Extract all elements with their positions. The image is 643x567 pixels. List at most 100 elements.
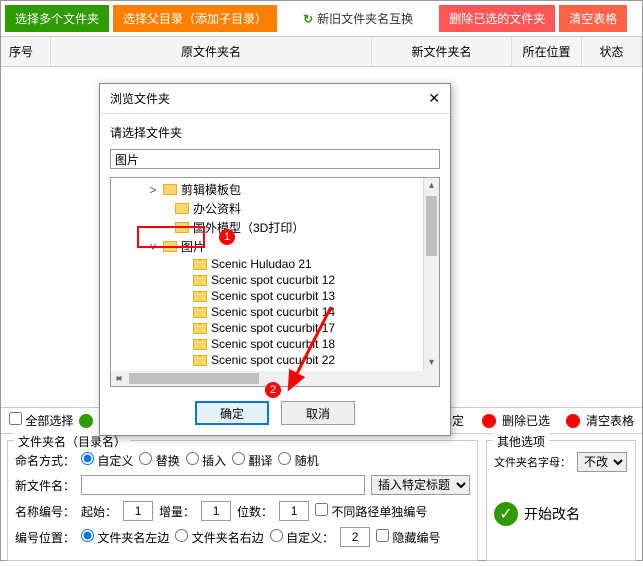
col-orig: 原文件夹名 [51, 37, 372, 66]
tree-node-label: Scenic spot cucurbit 18 [211, 337, 335, 351]
new-filename-label: 新文件名： [15, 477, 75, 494]
col-stat: 状态 [582, 37, 642, 66]
expand-icon[interactable] [177, 337, 189, 351]
expand-icon[interactable] [159, 221, 171, 235]
check-circle-icon: ✓ [494, 502, 518, 526]
scroll-h-thumb[interactable] [129, 373, 259, 384]
radio-right[interactable]: 文件夹名右边 [175, 529, 263, 546]
folder-icon [193, 355, 207, 366]
radio-insert[interactable]: 插入 [186, 452, 226, 469]
tree-node-label: Scenic Huludao 21 [211, 257, 312, 271]
select-all-checkbox[interactable]: 全部选择 [9, 412, 73, 429]
digits-input[interactable] [279, 501, 309, 521]
ok-button[interactable]: 确定 [195, 401, 269, 425]
naming-label: 命名方式： [15, 452, 75, 469]
col-seq: 序号 [1, 37, 51, 66]
select-parent-dir-button[interactable]: 选择父目录（添加子目录） [113, 5, 277, 32]
insert-title-select[interactable]: 插入特定标题 [371, 475, 470, 495]
tree-node-label: Scenic spot cucurbit 12 [211, 273, 335, 287]
folder-icon [175, 203, 189, 214]
col-new: 新文件夹名 [372, 37, 512, 66]
folder-icon [175, 222, 189, 233]
x-icon-2 [566, 414, 580, 428]
tree-node[interactable]: Scenic spot cucurbit 12 [111, 272, 423, 288]
folder-icon [163, 241, 177, 252]
select-multi-folders-button[interactable]: 选择多个文件夹 [5, 5, 109, 32]
folder-icon [193, 275, 207, 286]
horizontal-scrollbar[interactable]: ◂ ▸ [110, 371, 440, 387]
tree-node[interactable]: Scenic spot cucurbit 17 [111, 320, 423, 336]
table-header: 序号 原文件夹名 新文件夹名 所在位置 状态 [1, 36, 642, 67]
folder-icon [163, 184, 177, 195]
expand-icon[interactable] [177, 353, 189, 367]
expand-icon[interactable] [159, 202, 171, 216]
tree-node[interactable]: Scenic spot cucurbit 22 [111, 352, 423, 368]
tree-node[interactable]: Scenic spot cucurbit 14 [111, 304, 423, 320]
expand-icon[interactable]: > [147, 183, 159, 197]
radio-custom-pos[interactable]: 自定义： [270, 529, 334, 546]
swap-names-button[interactable]: ↻ 新旧文件夹名互换 [293, 5, 423, 32]
radio-left[interactable]: 文件夹名左边 [81, 529, 169, 546]
start-rename-button[interactable]: ✓ 开始改名 [494, 502, 628, 526]
expand-icon[interactable] [177, 273, 189, 287]
folder-path-input[interactable] [110, 149, 440, 169]
font-select[interactable]: 不改变 [577, 452, 627, 472]
other-options-panel: 其他选项 文件夹名字母： 不改变 ✓ 开始改名 [486, 440, 636, 561]
expand-icon[interactable] [177, 321, 189, 335]
x-icon [482, 414, 496, 428]
name-number-label: 名称编号： [15, 503, 75, 520]
expand-icon[interactable] [177, 289, 189, 303]
expand-icon[interactable] [177, 305, 189, 319]
delete-selected-folders-button[interactable]: 删除已选的文件夹 [439, 5, 555, 32]
clear-table-label[interactable]: 清空表格 [586, 412, 634, 429]
tree-node[interactable]: 国外模型（3D打印） [111, 218, 423, 237]
dialog-prompt: 请选择文件夹 [110, 124, 440, 141]
expand-icon[interactable]: ˅ [147, 240, 159, 254]
col-loc: 所在位置 [512, 37, 582, 66]
tree-node-label: 图片 [181, 238, 205, 255]
check-green-icon [79, 414, 93, 428]
tree-node[interactable]: 办公资料 [111, 199, 423, 218]
vertical-scrollbar[interactable]: ▴ ▾ [423, 178, 439, 371]
scroll-thumb[interactable] [426, 196, 437, 256]
tree-node[interactable]: Scenic spot cucurbit 13 [111, 288, 423, 304]
close-icon[interactable]: ✕ [428, 90, 440, 107]
delete-selected-label[interactable]: 删除已选 [502, 412, 550, 429]
panel-title-right: 其他选项 [493, 433, 549, 450]
numpos-label: 编号位置： [15, 529, 75, 546]
scroll-up-icon[interactable]: ▴ [424, 178, 439, 194]
radio-translate[interactable]: 翻译 [232, 452, 272, 469]
font-label: 文件夹名字母： [494, 454, 571, 470]
incr-input[interactable] [201, 501, 231, 521]
folder-tree[interactable]: > 剪辑模板包 办公资料 国外模型（3D打印） ˅ 图片 Scenic Huludao… [110, 177, 440, 372]
tree-node-label: Scenic spot cucurbit 13 [211, 289, 335, 303]
folder-name-panel: 文件夹名（目录名） 命名方式： 自定义 替换 插入 翻译 随机 新文件名： 插入… [7, 440, 478, 561]
browse-folder-dialog: 浏览文件夹 ✕ 请选择文件夹 > 剪辑模板包 办公资料 国外模型（3D打印） ˅ 图片… [99, 83, 451, 436]
hide-num-checkbox[interactable]: 隐藏编号 [376, 529, 440, 546]
dialog-title: 浏览文件夹 [110, 90, 170, 107]
swap-icon: ↻ [303, 12, 313, 26]
tree-node[interactable]: Scenic spot cucurbit 18 [111, 336, 423, 352]
diff-path-checkbox[interactable]: 不同路径单独编号 [315, 503, 427, 520]
folder-icon [193, 259, 207, 270]
expand-icon[interactable] [177, 257, 189, 271]
tree-node-label: Scenic spot cucurbit 17 [211, 321, 335, 335]
scroll-right-icon[interactable]: ▸ [111, 371, 127, 387]
clear-table-button[interactable]: 清空表格 [559, 5, 627, 32]
radio-random[interactable]: 随机 [278, 452, 318, 469]
tree-node[interactable]: ˅ 图片 [111, 237, 423, 256]
custom-pos-input[interactable] [340, 527, 370, 547]
cancel-button[interactable]: 取消 [281, 401, 355, 425]
tree-node[interactable]: > 剪辑模板包 [111, 180, 423, 199]
tree-node-label: Scenic spot cucurbit 14 [211, 305, 335, 319]
radio-replace[interactable]: 替换 [139, 452, 179, 469]
start-input[interactable] [123, 501, 153, 521]
folder-icon [193, 323, 207, 334]
tree-node-label: 剪辑模板包 [181, 181, 241, 198]
tree-node[interactable]: Scenic Huludao 21 [111, 256, 423, 272]
scroll-down-icon[interactable]: ▾ [424, 355, 439, 371]
swap-label: 新旧文件夹名互换 [317, 10, 413, 27]
new-filename-input[interactable] [81, 475, 365, 495]
radio-custom[interactable]: 自定义 [81, 452, 133, 469]
folder-icon [193, 307, 207, 318]
